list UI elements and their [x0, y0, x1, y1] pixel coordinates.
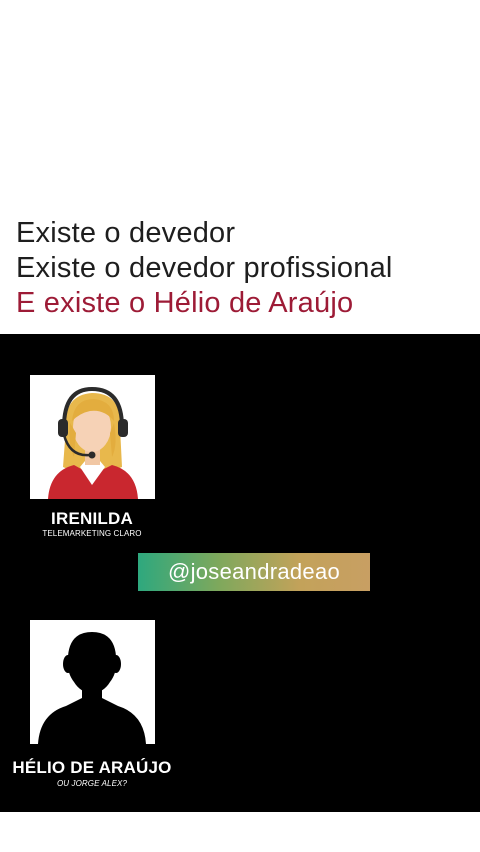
bottom-blank-area — [0, 812, 480, 852]
person-silhouette-icon — [30, 620, 155, 744]
operator-avatar-card — [30, 375, 155, 499]
headline-line-2: Existe o devedor profissional — [16, 252, 393, 284]
helio-alias: OU JORGE ALEX? — [56, 779, 127, 788]
helio-name: HÉLIO DE ARAÚJO — [12, 758, 172, 777]
unknown-avatar-card — [30, 620, 155, 744]
headline-line-3: E existe o Hélio de Araújo — [16, 287, 354, 319]
telemarketing-operator-icon — [30, 375, 155, 499]
operator-name: IRENILDA — [51, 509, 133, 528]
video-frame[interactable]: IRENILDA TELEMARKETING CLARO @joseandrad… — [0, 334, 480, 812]
headline-line-1: Existe o devedor — [16, 217, 236, 249]
top-blank-area: Existe o devedor Existe o devedor profis… — [0, 0, 480, 334]
headline-text: Existe o devedor Existe o devedor profis… — [16, 216, 393, 321]
operator-role: TELEMARKETING CLARO — [42, 529, 142, 538]
username-watermark: @joseandradeao — [138, 553, 370, 591]
